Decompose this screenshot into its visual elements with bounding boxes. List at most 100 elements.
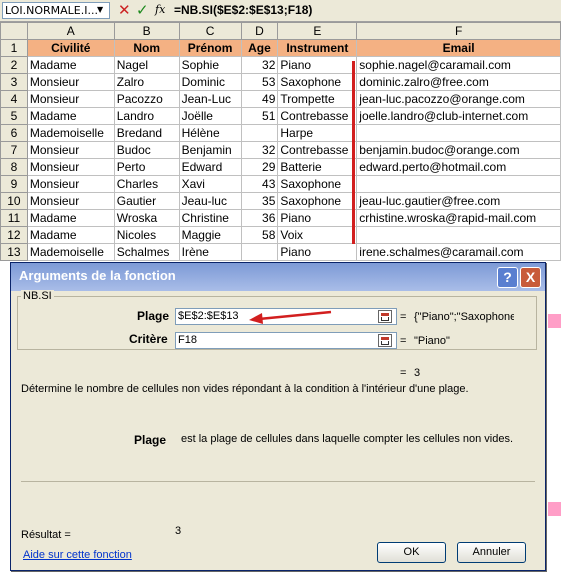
cell[interactable]: edward.perto@hotmail.com [356, 158, 561, 176]
cell[interactable]: Nagel [113, 56, 180, 74]
cell[interactable]: Piano [277, 56, 358, 74]
cell[interactable]: Trompette [277, 90, 358, 108]
row-header[interactable]: 7 [0, 141, 28, 159]
cell[interactable]: Mademoiselle [26, 124, 115, 142]
cell[interactable]: Madame [26, 209, 115, 227]
cell[interactable]: 32 [240, 56, 279, 74]
formula-input[interactable]: =NB.SI($E$2:$E$13;F18) [174, 2, 312, 19]
cell[interactable]: jean-luc.pacozzo@orange.com [356, 90, 561, 108]
cell[interactable] [356, 124, 561, 142]
cell[interactable]: Hélène [178, 124, 242, 142]
name-box-dropdown-icon[interactable]: ▼ [97, 5, 103, 14]
cell[interactable]: Monsieur [26, 192, 115, 210]
cell[interactable]: sophie.nagel@caramail.com [356, 56, 561, 74]
cell[interactable]: Edward [178, 158, 242, 176]
cell[interactable]: 32 [240, 141, 279, 159]
row-header[interactable]: 4 [0, 90, 28, 108]
cell[interactable]: 43 [240, 175, 279, 193]
cell[interactable]: jeau-luc.gautier@free.com [356, 192, 561, 210]
cell[interactable]: Pacozzo [113, 90, 180, 108]
help-button[interactable]: ? [497, 267, 518, 288]
help-link[interactable]: Aide sur cette fonction [23, 549, 132, 561]
cell[interactable]: Contrebasse [277, 141, 358, 159]
cell[interactable]: Dominic [178, 73, 242, 91]
column-header[interactable]: F [356, 22, 561, 40]
cell[interactable]: crhistine.wroska@rapid-mail.com [356, 209, 561, 227]
header-cell[interactable]: Age [240, 39, 279, 57]
cell[interactable]: Saxophone [277, 175, 358, 193]
cell[interactable]: Saxophone [277, 73, 358, 91]
header-cell[interactable]: Nom [113, 39, 180, 57]
close-button[interactable]: X [520, 267, 541, 288]
cell[interactable]: Voix [277, 226, 358, 244]
cell[interactable]: Monsieur [26, 90, 115, 108]
row-header[interactable]: 3 [0, 73, 28, 91]
cell[interactable]: Benjamin [178, 141, 242, 159]
cell[interactable]: Charles [113, 175, 180, 193]
row-header[interactable]: 13 [0, 243, 28, 261]
cell[interactable]: Harpe [277, 124, 358, 142]
collapse-range-icon[interactable] [378, 334, 392, 347]
column-header[interactable]: E [277, 22, 358, 40]
cell[interactable]: 49 [240, 90, 279, 108]
cell[interactable]: Mademoiselle [26, 243, 115, 261]
cell[interactable] [356, 226, 561, 244]
cell[interactable]: dominic.zalro@free.com [356, 73, 561, 91]
header-cell[interactable]: Email [356, 39, 561, 57]
cell[interactable] [356, 175, 561, 193]
cell[interactable]: Gautier [113, 192, 180, 210]
cell[interactable]: Saxophone [277, 192, 358, 210]
row-header[interactable]: 9 [0, 175, 28, 193]
cell[interactable]: Madame [26, 226, 115, 244]
cell[interactable]: joelle.landro@club-internet.com [356, 107, 561, 125]
row-header[interactable]: 11 [0, 209, 28, 227]
cell[interactable]: Nicoles [113, 226, 180, 244]
row-header[interactable]: 8 [0, 158, 28, 176]
cell[interactable]: Xavi [178, 175, 242, 193]
cell[interactable]: 29 [240, 158, 279, 176]
cell[interactable] [240, 243, 279, 261]
cell[interactable]: irene.schalmes@caramail.com [356, 243, 561, 261]
row-header[interactable]: 12 [0, 226, 28, 244]
enter-icon[interactable]: ✓ [136, 1, 149, 19]
cell[interactable]: Joëlle [178, 107, 242, 125]
row-header[interactable]: 10 [0, 192, 28, 210]
cell[interactable]: Bredand [113, 124, 180, 142]
cell[interactable] [240, 124, 279, 142]
column-header[interactable]: A [26, 22, 115, 40]
cell[interactable]: Zalro [113, 73, 180, 91]
dialog-titlebar[interactable]: Arguments de la fonction ? X [11, 263, 545, 291]
cell[interactable]: 51 [240, 107, 279, 125]
cell[interactable]: Jean-Luc [178, 90, 242, 108]
cell[interactable]: 53 [240, 73, 279, 91]
critere-input[interactable]: F18 [175, 332, 397, 349]
cell[interactable]: Perto [113, 158, 180, 176]
cell[interactable]: Wroska [113, 209, 180, 227]
cancel-button[interactable]: Annuler [457, 542, 526, 563]
cell[interactable]: Sophie [178, 56, 242, 74]
header-cell[interactable]: Civilité [26, 39, 115, 57]
column-header[interactable]: C [178, 22, 242, 40]
cell[interactable]: benjamin.budoc@orange.com [356, 141, 561, 159]
cell[interactable]: Monsieur [26, 158, 115, 176]
row-header[interactable]: 5 [0, 107, 28, 125]
column-header[interactable]: B [113, 22, 180, 40]
select-all-corner[interactable] [0, 22, 28, 40]
ok-button[interactable]: OK [377, 542, 446, 563]
column-header[interactable]: D [240, 22, 279, 40]
cell[interactable]: Piano [277, 209, 358, 227]
cancel-icon[interactable]: ✕ [118, 1, 131, 19]
cell[interactable]: Monsieur [26, 141, 115, 159]
cell[interactable]: 36 [240, 209, 279, 227]
cell[interactable]: Batterie [277, 158, 358, 176]
header-cell[interactable]: Prénom [178, 39, 242, 57]
cell[interactable]: Budoc [113, 141, 180, 159]
cell[interactable]: Landro [113, 107, 180, 125]
cell[interactable]: Jeau-luc [178, 192, 242, 210]
cell[interactable]: Christine [178, 209, 242, 227]
fx-icon[interactable]: fx [155, 3, 165, 16]
row-header[interactable]: 1 [0, 39, 28, 57]
cell[interactable]: Monsieur [26, 175, 115, 193]
name-box[interactable]: LOI.NORMALE.I... [2, 2, 110, 19]
cell[interactable]: 35 [240, 192, 279, 210]
